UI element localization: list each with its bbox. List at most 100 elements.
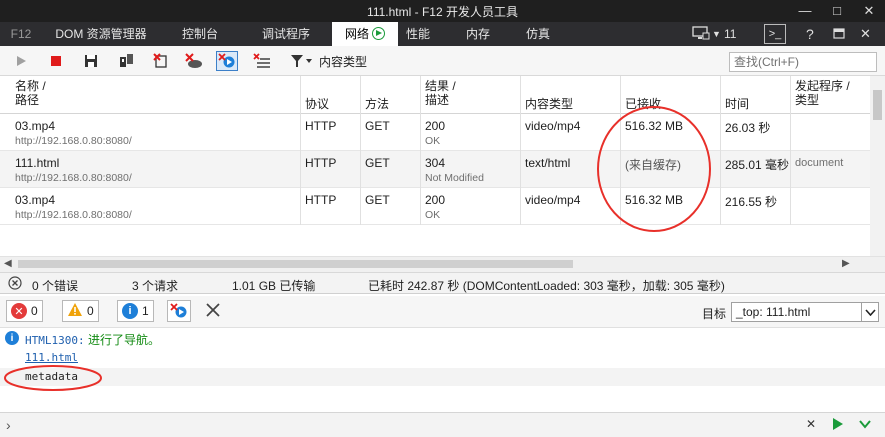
maximize-button[interactable]: □ [822,0,852,22]
always-refresh-icon[interactable] [216,51,238,71]
col-header-method[interactable]: 方法 [365,95,389,112]
console-message: HTML1300: 进行了导航。 [25,331,160,348]
vertical-scroll-thumb[interactable] [873,90,882,120]
clear-console-icon[interactable] [204,301,222,322]
import-icon[interactable] [115,51,137,71]
console-input[interactable] [18,415,778,435]
row-protocol: HTTP [305,156,337,170]
console-info-filter[interactable]: i 1 [117,300,154,322]
tool-tab-bar: F12 DOM 资源管理器 控制台 调试程序 网络 性能 内存 仿真 ▼ 11 … [0,22,885,46]
target-label: 目标 [702,307,727,321]
col-header-initiator[interactable]: 发起程序 / 类型 [795,79,850,107]
status-transferred: 1.01 GB 已传输 [232,279,316,293]
pin-icon[interactable] [832,22,846,46]
row-type: video/mp4 [525,193,581,207]
save-icon[interactable] [80,51,102,71]
row-name: 111.html [15,156,60,170]
tab-network-label: 网络 [344,27,369,41]
row-time: 216.55 秒 [725,195,778,209]
row-method: GET [365,119,390,133]
monitor-icon[interactable] [692,22,710,46]
console-clear-on-navigate-button[interactable] [167,300,191,322]
row-protocol: HTTP [305,193,337,207]
tab-performance[interactable]: 性能 [398,22,438,46]
row-result: 200 [425,119,446,133]
console-toggle-icon[interactable]: >_ [764,24,786,44]
stop-icon[interactable] [45,51,67,71]
row-method: GET [365,156,390,170]
clear-entries-icon[interactable] [150,51,172,71]
instance-count: 11 [724,27,737,41]
status-errors: 0 个错误 [32,279,79,293]
status-elapsed: 已耗时 242.87 秒 (DOMContentLoaded: 303 毫秒，加… [368,279,725,293]
multiline-icon[interactable] [858,417,872,434]
clear-cookies-icon[interactable] [183,51,205,71]
warning-icon [67,302,83,320]
window-title: 111.html - F12 开发人员工具 [367,5,518,19]
run-icon[interactable] [832,417,844,434]
record-icon [372,27,385,40]
column-divider [360,76,361,225]
column-divider [520,76,521,225]
scroll-left-icon[interactable]: ◀ [4,258,12,269]
network-status-bar: 0 个错误 3 个请求 1.01 GB 已传输 已耗时 242.87 秒 (DO… [0,272,885,294]
annotation-ellipse [597,106,711,232]
col-header-name[interactable]: 名称 / 路径 [15,79,46,107]
scroll-right-icon[interactable]: ▶ [842,258,850,269]
tab-debugger[interactable]: 调试程序 [248,22,324,46]
col-header-name-line1: 名称 / [15,79,46,93]
clear-cache-icon[interactable] [251,51,273,71]
console-errors-filter[interactable]: ✕ 0 [6,300,43,322]
console-warnings-filter[interactable]: 0 [62,300,99,322]
col-header-protocol[interactable]: 协议 [305,95,329,112]
tab-dom-explorer[interactable]: DOM 资源管理器 [42,22,160,46]
console-warnings-count: 0 [87,304,94,318]
col-header-name-line2: 路径 [15,93,40,107]
tab-f12: F12 [10,27,32,41]
console-entry-row[interactable]: metadata [0,368,885,386]
row-time: 26.03 秒 [725,121,771,135]
close-devtools-icon[interactable]: ✕ [860,22,871,46]
row-initiator: document [795,157,844,169]
console-errors-count: 0 [31,304,38,318]
col-header-time[interactable]: 时间 [725,95,749,112]
console-input-bar: › ✕ [0,412,885,437]
row-path: http://192.168.0.80:8080/ [15,172,132,184]
content-type-filter-label[interactable]: 内容类型 [319,53,367,70]
horizontal-scroll-thumb[interactable] [18,260,573,268]
network-grid: 名称 / 路径 协议 方法 结果 / 描述 内容类型 已接收 时间 发起程序 /… [0,76,870,256]
error-icon: ✕ [11,303,27,319]
message-link[interactable]: 111.html [25,351,78,364]
target-select[interactable]: _top: 111.html [731,302,879,322]
chevron-down-icon[interactable]: ▼ [712,22,721,46]
help-icon[interactable]: ? [806,22,814,46]
column-divider [420,76,421,225]
minimize-button[interactable]: — [790,0,820,22]
error-count-icon [8,276,22,293]
row-path: http://192.168.0.80:8080/ [15,135,132,147]
row-method: GET [365,193,390,207]
col-header-result-line1: 结果 / [425,79,456,93]
col-header-result[interactable]: 结果 / 描述 [425,79,456,107]
tab-emulation[interactable]: 仿真 [518,22,558,46]
message-text: 进行了导航。 [87,333,160,347]
close-button[interactable]: ✕ [854,0,884,22]
info-icon: i [122,303,138,319]
search-input[interactable]: 查找(Ctrl+F) [729,52,877,72]
tab-network[interactable]: 网络 [332,22,398,46]
clear-input-icon[interactable]: ✕ [806,417,816,431]
row-result: 200 [425,193,446,207]
network-toolbar: 内容类型 查找(Ctrl+F) [0,46,885,76]
column-divider [790,76,791,225]
filter-icon[interactable] [288,51,314,71]
row-path: http://192.168.0.80:8080/ [15,209,132,221]
row-desc: OK [425,135,441,147]
info-icon: i [5,331,19,345]
tab-console[interactable]: 控制台 [168,22,232,46]
col-header-type[interactable]: 内容类型 [525,95,573,112]
play-icon[interactable] [10,51,32,71]
tab-memory[interactable]: 内存 [458,22,498,46]
row-name: 03.mp4 [15,193,56,207]
row-type: video/mp4 [525,119,581,133]
chevron-down-icon[interactable] [861,303,878,321]
